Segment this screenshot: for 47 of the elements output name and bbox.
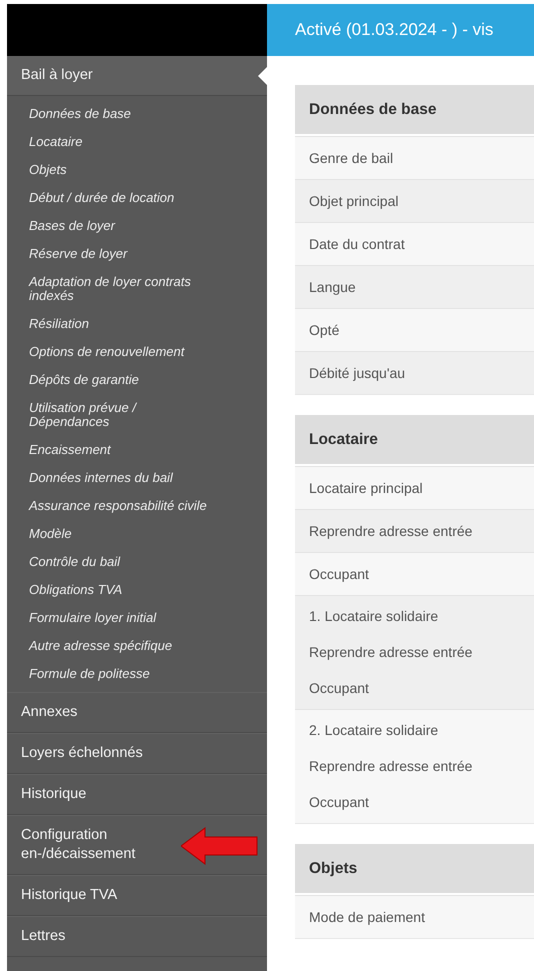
status-header: Activé (01.03.2024 - ) - vis <box>267 4 534 56</box>
sidebar-item[interactable]: Historique <box>7 774 267 815</box>
field-label: Objet principal <box>309 192 398 210</box>
sidebar-subitem[interactable]: Résiliation <box>29 310 211 338</box>
sidebar-subitem[interactable]: Début / durée de location <box>29 184 211 212</box>
sidebar-subitem[interactable]: Options de renouvellement <box>29 338 211 366</box>
sidebar-subitem[interactable]: Formulaire loyer initial <box>29 604 211 632</box>
sidebar-item[interactable]: Historique TVA <box>7 875 267 916</box>
section-header: Objets <box>295 844 534 893</box>
field-label: Débité jusqu'au <box>309 364 406 382</box>
sidebar-item[interactable]: Annexes <box>7 692 267 733</box>
sidebar-subitem[interactable]: Contrôle du bail <box>29 548 211 576</box>
sidebar-subitem[interactable]: Autre adresse spécifique <box>29 632 211 660</box>
sidebar-item[interactable]: Lettres <box>7 916 267 957</box>
sidebar-subitem[interactable]: Dépôts de garantie <box>29 366 211 394</box>
field-label: 1. Locataire solidaire <box>309 608 438 625</box>
sidebar-subitem[interactable]: Utilisation prévue / Dépendances <box>29 394 211 436</box>
field-label: Occupant <box>309 680 369 697</box>
sidebar-subitem[interactable]: Réserve de loyer <box>29 240 211 268</box>
sidebar-subitem[interactable]: Bases de loyer <box>29 212 211 240</box>
field-label: Langue <box>309 278 356 296</box>
sidebar-subitem[interactable]: Locataire <box>29 128 211 156</box>
sidebar-subitem[interactable]: Obligations TVA <box>29 576 211 604</box>
sidebar-subitem[interactable]: Adaptation de loyer contrats indexés <box>29 268 211 310</box>
sidebar-subitem[interactable]: Assurance responsabilité civile <box>29 492 211 520</box>
field-label: Reprendre adresse entrée <box>309 522 472 540</box>
field-label: Opté <box>309 321 340 339</box>
field-label: Locataire principal <box>309 479 423 497</box>
field-label: Occupant <box>309 565 369 583</box>
sidebar-subitem[interactable]: Objets <box>29 156 211 184</box>
sidebar-item[interactable]: Configuration en-/décaissement <box>7 815 267 875</box>
sidebar-subitem[interactable]: Formule de politesse <box>29 660 211 688</box>
field-label: Occupant <box>309 794 369 811</box>
sidebar-item[interactable]: Loyers échelonnés <box>7 733 267 774</box>
section-header: Données de base <box>295 85 534 134</box>
field-label: Date du contrat <box>309 235 405 253</box>
field-label: Reprendre adresse entrée <box>309 644 472 661</box>
field-label: Reprendre adresse entrée <box>309 758 472 775</box>
sidebar-subitem[interactable]: Données de base <box>29 100 211 128</box>
sidebar-subitem[interactable]: Modèle <box>29 520 211 548</box>
sidebar-subitem[interactable]: Encaissement <box>29 436 211 464</box>
field-label: 2. Locataire solidaire <box>309 722 438 739</box>
section-header: Locataire <box>295 415 534 464</box>
sidebar-item[interactable]: Bail à loyer <box>7 56 267 96</box>
field-label: Mode de paiement <box>309 908 425 926</box>
field-label: Genre de bail <box>309 149 394 167</box>
sidebar-subitem[interactable]: Données internes du bail <box>29 464 211 492</box>
